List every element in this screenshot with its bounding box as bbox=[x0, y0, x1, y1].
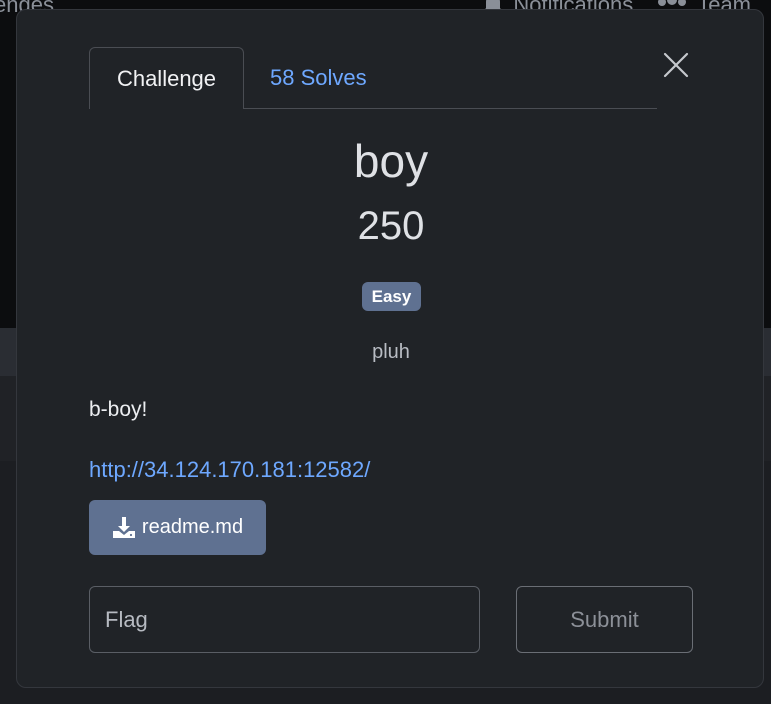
challenge-name: boy bbox=[353, 135, 429, 187]
file-name-label: readme.md bbox=[141, 516, 244, 538]
flag-input[interactable] bbox=[89, 586, 480, 653]
download-file-button[interactable]: readme.md bbox=[89, 500, 266, 555]
close-button[interactable] bbox=[661, 50, 691, 80]
submit-button[interactable]: Submit bbox=[516, 586, 693, 653]
modal-tabs: Challenge 58 Solves bbox=[89, 46, 657, 109]
download-icon bbox=[112, 516, 135, 538]
difficulty-badge: Easy bbox=[362, 282, 421, 311]
challenge-modal: Challenge 58 Solves boy 250 Easy pluh b-… bbox=[16, 9, 764, 688]
challenge-link[interactable]: http://34.124.170.181:12582/ bbox=[89, 457, 370, 483]
challenge-points: 250 bbox=[357, 204, 425, 248]
challenge-description: b-boy! bbox=[89, 398, 148, 421]
tab-challenge[interactable]: Challenge bbox=[89, 47, 244, 109]
close-icon bbox=[663, 52, 689, 78]
tab-solves[interactable]: 58 Solves bbox=[244, 47, 367, 108]
challenge-author: pluh bbox=[372, 341, 410, 363]
